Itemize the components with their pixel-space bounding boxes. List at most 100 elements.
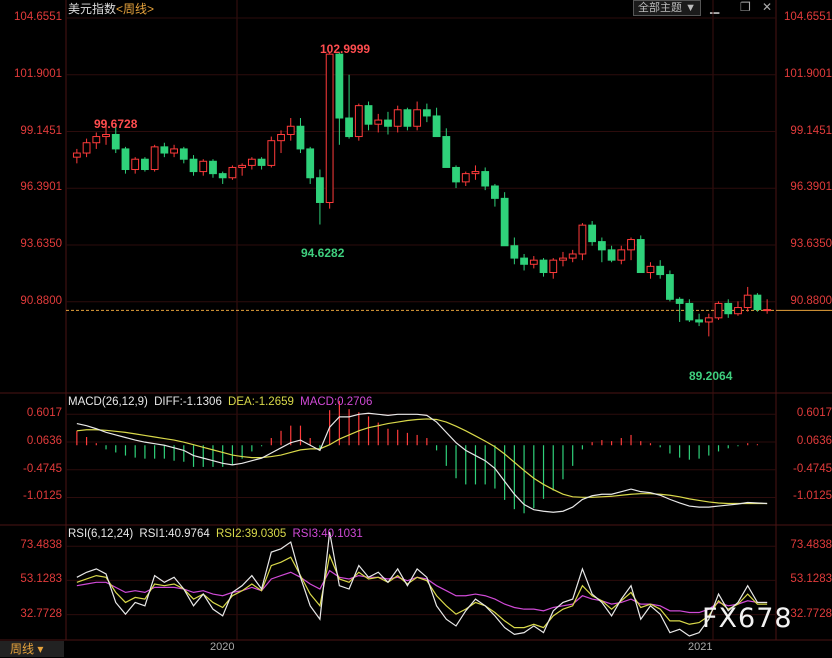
candle-body bbox=[267, 140, 276, 166]
macd-diff-value: DIFF:-1.1306 bbox=[154, 396, 222, 408]
candle-body bbox=[452, 166, 460, 183]
chevron-down-icon: ▾ bbox=[37, 642, 44, 656]
period-switch-label: 周线 bbox=[10, 642, 35, 656]
macd-tick-right: 0.0636 bbox=[796, 434, 832, 447]
candle-body bbox=[247, 158, 256, 166]
macd-tick-right: -1.0125 bbox=[792, 490, 832, 503]
candle-body bbox=[354, 105, 363, 138]
candle-body bbox=[695, 319, 703, 323]
x-label-2020: 2020 bbox=[210, 641, 235, 653]
x-label-2021: 2021 bbox=[688, 641, 713, 653]
candle-body bbox=[82, 142, 91, 154]
candle-body bbox=[743, 294, 752, 309]
candle-body bbox=[666, 274, 674, 300]
candle-body bbox=[675, 298, 684, 304]
candle-body bbox=[179, 148, 188, 160]
rsi1-value: RSI1:40.9764 bbox=[139, 528, 210, 540]
candle-body bbox=[461, 173, 470, 183]
candle-body bbox=[141, 158, 149, 171]
candle-body bbox=[734, 307, 742, 315]
rsi1-line bbox=[76, 531, 768, 637]
candle-body bbox=[306, 148, 315, 179]
candle-body bbox=[199, 160, 208, 173]
price-tick-left: 90.8800 bbox=[20, 294, 62, 307]
chart-canvas[interactable] bbox=[0, 0, 832, 658]
candle-body bbox=[325, 53, 334, 203]
candle-body bbox=[520, 257, 528, 265]
price-tick-right: 93.6350 bbox=[790, 238, 832, 251]
candle-body bbox=[102, 133, 110, 138]
price-tick-left: 93.6350 bbox=[20, 238, 62, 251]
candle-body bbox=[189, 158, 198, 173]
candle-body bbox=[393, 109, 402, 127]
price-tick-right: 90.8800 bbox=[790, 294, 832, 307]
candle-body bbox=[704, 317, 713, 323]
candle-body bbox=[578, 224, 587, 255]
candle-body bbox=[111, 133, 120, 150]
price-tick-left: 99.1451 bbox=[20, 124, 62, 137]
candle-body bbox=[491, 185, 499, 199]
candle-body bbox=[724, 302, 733, 315]
rsi-params: RSI(6,12,24) bbox=[68, 528, 134, 540]
candle-body bbox=[316, 177, 324, 203]
watermark-logo: FX678 bbox=[702, 603, 793, 634]
rsi3-line bbox=[76, 569, 768, 614]
candle-body bbox=[510, 245, 519, 259]
candle-body bbox=[636, 239, 645, 274]
period-switch-button[interactable]: 周线 ▾ bbox=[0, 641, 64, 657]
candle-body bbox=[442, 136, 451, 168]
candle-body bbox=[218, 173, 227, 179]
price-tick-left: 96.3901 bbox=[20, 181, 62, 194]
candle-body bbox=[588, 224, 597, 243]
candle-body bbox=[714, 302, 723, 319]
candle-body bbox=[422, 109, 431, 117]
price-tick-right: 96.3901 bbox=[790, 181, 832, 194]
candle-body bbox=[257, 158, 266, 166]
candle-body bbox=[646, 265, 655, 274]
candle-body bbox=[228, 166, 237, 179]
rsi2-value: RSI2:39.0305 bbox=[215, 528, 287, 540]
candle-body bbox=[685, 302, 694, 321]
candle-body bbox=[763, 309, 772, 312]
macd-tick-left: 0.0636 bbox=[26, 434, 62, 447]
macd-tick-right: 0.6017 bbox=[796, 407, 832, 420]
candle-body bbox=[656, 265, 665, 276]
annotation-prev-high: 99.6728 bbox=[94, 117, 138, 131]
annotation-high: 102.9999 bbox=[320, 42, 371, 56]
candle-body bbox=[627, 239, 635, 251]
candle-body bbox=[568, 253, 577, 259]
price-tick-right: 99.1451 bbox=[790, 124, 832, 137]
candle-body bbox=[539, 259, 548, 274]
candle-body bbox=[481, 171, 490, 187]
candle-body bbox=[238, 164, 247, 168]
candle-body bbox=[403, 109, 412, 127]
annotation-low2: 89.2064 bbox=[689, 369, 733, 383]
macd-legend: MACD(26,12,9) DIFF:-1.1306 DEA:-1.2659 M… bbox=[68, 396, 375, 408]
rsi3-value: RSI3:40.1031 bbox=[292, 528, 363, 540]
rsi-tick-right: 53.1283 bbox=[790, 573, 832, 586]
macd-macd-value: MACD:0.2706 bbox=[300, 396, 373, 408]
price-tick-left: 101.9001 bbox=[14, 67, 62, 80]
candle-body bbox=[471, 171, 480, 175]
candle-body bbox=[607, 249, 616, 261]
candle-body bbox=[384, 119, 392, 127]
candle-body bbox=[72, 152, 81, 158]
candle-body bbox=[617, 249, 626, 261]
macd-dea-value: DEA:-1.2659 bbox=[228, 396, 294, 408]
candle-body bbox=[432, 115, 441, 138]
candle-body bbox=[335, 53, 344, 119]
candle-body bbox=[92, 136, 101, 144]
candle-body bbox=[170, 148, 178, 154]
candle-body bbox=[753, 294, 762, 311]
candle-body bbox=[549, 259, 558, 274]
annotation-low1: 94.6282 bbox=[301, 246, 345, 260]
candle-body bbox=[374, 119, 383, 125]
rsi-tick-left: 53.1283 bbox=[20, 573, 62, 586]
candle-body bbox=[286, 125, 295, 135]
macd-tick-left: -1.0125 bbox=[22, 490, 62, 503]
price-tick-left: 104.6551 bbox=[14, 11, 62, 23]
rsi-tick-right: 73.4838 bbox=[790, 539, 832, 552]
candle-body bbox=[277, 133, 285, 142]
candle-body bbox=[121, 148, 130, 171]
candle-body bbox=[559, 257, 567, 261]
